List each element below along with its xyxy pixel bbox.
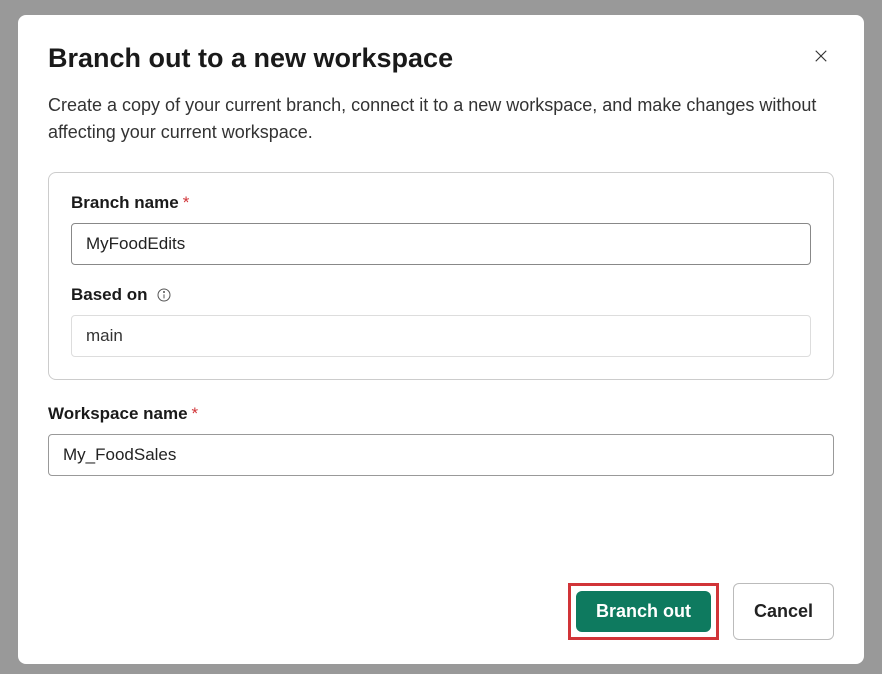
close-button[interactable] xyxy=(808,43,834,72)
required-indicator: * xyxy=(192,404,199,424)
workspace-name-label: Workspace name * xyxy=(48,404,834,424)
based-on-label: Based on xyxy=(71,285,811,305)
dialog-title: Branch out to a new workspace xyxy=(48,43,453,74)
dialog-header: Branch out to a new workspace xyxy=(48,43,834,74)
workspace-name-label-text: Workspace name xyxy=(48,404,188,424)
cancel-button[interactable]: Cancel xyxy=(733,583,834,640)
branch-name-group: Branch name * xyxy=(71,193,811,265)
branch-out-button[interactable]: Branch out xyxy=(576,591,711,632)
required-indicator: * xyxy=(183,193,190,213)
branch-section: Branch name * Based on xyxy=(48,172,834,380)
workspace-name-input[interactable] xyxy=(48,434,834,476)
branch-name-label-text: Branch name xyxy=(71,193,179,213)
info-icon[interactable] xyxy=(156,287,172,303)
dialog-footer: Branch out Cancel xyxy=(48,583,834,640)
branch-out-dialog: Branch out to a new workspace Create a c… xyxy=(18,15,864,664)
branch-name-input[interactable] xyxy=(71,223,811,265)
based-on-group: Based on xyxy=(71,285,811,357)
dialog-description: Create a copy of your current branch, co… xyxy=(48,92,834,146)
branch-name-label: Branch name * xyxy=(71,193,811,213)
close-icon xyxy=(812,47,830,68)
based-on-label-text: Based on xyxy=(71,285,148,305)
workspace-name-group: Workspace name * xyxy=(48,404,834,476)
highlight-annotation: Branch out xyxy=(568,583,719,640)
based-on-input[interactable] xyxy=(71,315,811,357)
